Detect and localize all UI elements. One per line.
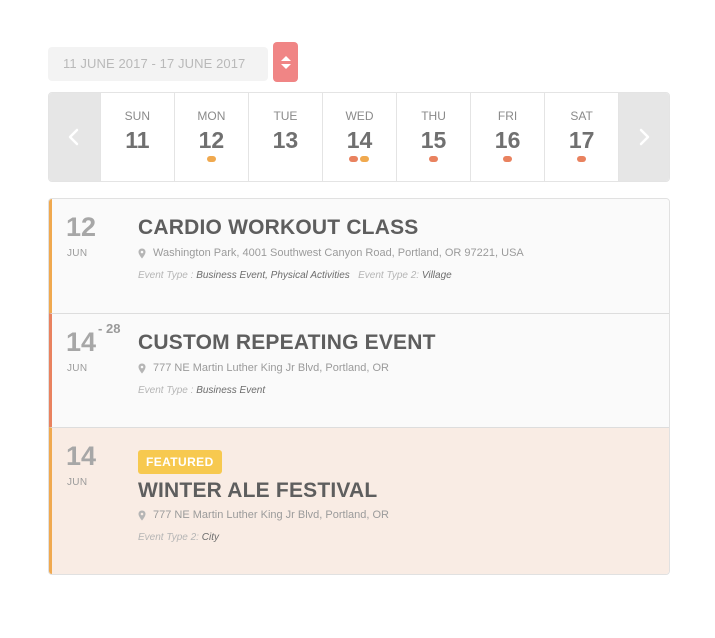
- event-location: 777 NE Martin Luther King Jr Blvd, Portl…: [138, 362, 389, 374]
- event-type-label: Event Type :: [138, 385, 194, 396]
- event-dot: [429, 156, 439, 162]
- event-type2-label: Event Type 2:: [358, 270, 420, 281]
- event-card[interactable]: 12 JUN CARDIO WORKOUT CLASS Washington P…: [49, 199, 669, 313]
- event-types: Event Type : Business Event, Physical Ac…: [138, 270, 452, 281]
- event-title[interactable]: CUSTOM REPEATING EVENT: [138, 331, 436, 355]
- event-day-end: - 28: [98, 321, 121, 336]
- event-types: Event Type 2: City: [138, 532, 219, 543]
- event-dot: [206, 156, 216, 162]
- event-dots: [545, 156, 618, 162]
- event-day: 12: [66, 212, 97, 242]
- event-location-text: 777 NE Martin Luther King Jr Blvd, Portl…: [153, 509, 389, 521]
- event-location-text: Washington Park, 4001 Southwest Canyon R…: [153, 247, 524, 259]
- prev-week-button[interactable]: [49, 93, 100, 181]
- date-range-toggle-button[interactable]: [273, 42, 298, 82]
- day-number: 11: [125, 127, 150, 153]
- event-day: 14: [66, 441, 97, 471]
- event-month: JUN: [67, 477, 88, 488]
- next-week-button[interactable]: [618, 93, 669, 181]
- day-number: 17: [568, 127, 595, 153]
- event-list: 12 JUN CARDIO WORKOUT CLASS Washington P…: [48, 198, 670, 575]
- event-card-featured[interactable]: 14 JUN FEATURED WINTER ALE FESTIVAL 777 …: [49, 427, 669, 574]
- day-number: 15: [420, 127, 447, 153]
- day-number: 13: [272, 127, 299, 153]
- day-cell-sun[interactable]: SUN 11: [99, 93, 174, 181]
- day-cell-sat[interactable]: SAT 17: [544, 93, 618, 181]
- event-month: JUN: [67, 363, 88, 374]
- day-cell-tue[interactable]: TUE 13: [247, 93, 322, 181]
- map-pin-icon: [138, 363, 146, 373]
- day-number: 14: [346, 127, 373, 153]
- day-name: FRI: [497, 109, 518, 123]
- day-cell-wed[interactable]: WED 14: [321, 93, 396, 181]
- event-type-value: Business Event: [196, 385, 266, 396]
- day-cell-thu[interactable]: THU 15: [396, 93, 470, 181]
- event-location: 777 NE Martin Luther King Jr Blvd, Portl…: [138, 509, 389, 521]
- week-strip: SUN 11 MON 12 TUE 13 WED 14 THU 15 FRI 1…: [48, 92, 670, 182]
- event-type-value: Business Event, Physical Activities: [196, 270, 350, 281]
- event-dots: [397, 156, 470, 162]
- map-pin-icon: [138, 510, 146, 520]
- event-dot: [349, 156, 359, 162]
- day-number: 12: [198, 127, 225, 153]
- event-dot: [503, 156, 513, 162]
- event-type2-label: Event Type 2:: [138, 532, 199, 543]
- featured-badge: FEATURED: [138, 450, 222, 474]
- event-dot: [360, 156, 370, 162]
- day-name: TUE: [273, 109, 298, 123]
- day-name: WED: [345, 109, 374, 123]
- chevron-right-icon: [639, 128, 650, 146]
- event-dots: [323, 156, 396, 162]
- event-dots: [471, 156, 544, 162]
- day-cell-fri[interactable]: FRI 16: [470, 93, 544, 181]
- event-types: Event Type : Business Event: [138, 385, 265, 396]
- day-name: THU: [421, 109, 446, 123]
- day-name: SUN: [124, 109, 151, 123]
- day-name: MON: [197, 109, 226, 123]
- event-dots: [175, 156, 248, 162]
- event-day-start: 14: [66, 327, 97, 357]
- day-number: 16: [494, 127, 521, 153]
- event-type-label: Event Type :: [138, 270, 194, 281]
- date-range-display[interactable]: 11 JUNE 2017 - 17 JUNE 2017: [48, 47, 268, 81]
- event-location: Washington Park, 4001 Southwest Canyon R…: [138, 247, 524, 259]
- caret-up-icon: [280, 55, 291, 61]
- day-cell-mon[interactable]: MON 12: [173, 93, 248, 181]
- event-type2-value: Village: [421, 270, 452, 281]
- event-day: 14- 28: [66, 321, 120, 358]
- event-title[interactable]: CARDIO WORKOUT CLASS: [138, 216, 419, 240]
- event-dot: [577, 156, 587, 162]
- event-month: JUN: [67, 248, 88, 259]
- event-title[interactable]: WINTER ALE FESTIVAL: [138, 479, 377, 503]
- event-location-text: 777 NE Martin Luther King Jr Blvd, Portl…: [153, 362, 389, 374]
- event-type2-value: City: [201, 532, 219, 543]
- chevron-left-icon: [69, 128, 79, 146]
- map-pin-icon: [138, 248, 146, 258]
- event-card[interactable]: 14- 28 JUN CUSTOM REPEATING EVENT 777 NE…: [49, 313, 669, 427]
- caret-down-icon: [280, 63, 291, 69]
- day-name: SAT: [570, 109, 593, 123]
